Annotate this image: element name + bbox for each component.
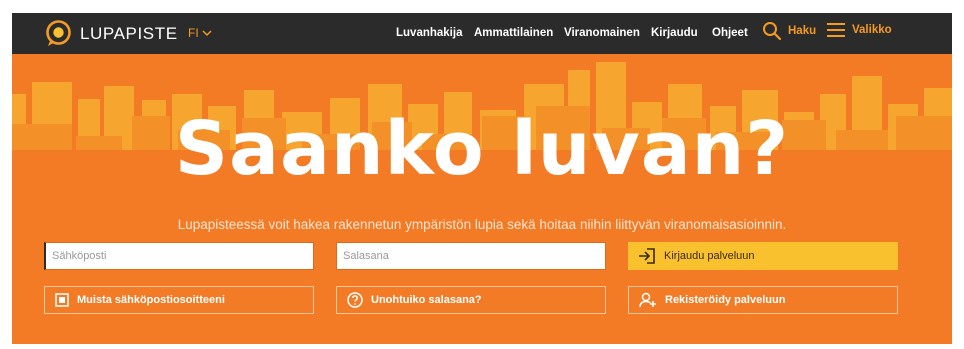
speech-bubble-logo-icon bbox=[46, 20, 71, 46]
search-icon bbox=[763, 22, 782, 41]
register-link[interactable]: Rekisteröidy palveluun bbox=[628, 286, 898, 314]
search-button[interactable]: Haku bbox=[762, 21, 816, 41]
login-button-label: Kirjaudu palveluun bbox=[664, 250, 755, 262]
top-navbar: LUPAPISTE FI Luvanhakija Ammattilainen V… bbox=[12, 13, 952, 54]
search-label: Haku bbox=[788, 25, 817, 37]
login-button[interactable]: Kirjaudu palveluun bbox=[628, 242, 898, 270]
email-field[interactable] bbox=[44, 242, 314, 270]
nav-item-ammattilainen[interactable]: Ammattilainen bbox=[474, 27, 553, 39]
menu-button[interactable]: Valikko bbox=[826, 21, 892, 39]
nav-item-ohjeet[interactable]: Ohjeet bbox=[712, 27, 748, 39]
logo[interactable]: LUPAPISTE bbox=[45, 20, 178, 47]
language-label: FI bbox=[188, 26, 199, 40]
brand-name: LUPAPISTE bbox=[80, 23, 178, 43]
forgot-password-link[interactable]: Unohtuiko salasana? bbox=[336, 286, 606, 314]
checkbox-icon bbox=[55, 293, 69, 307]
remember-email-checkbox[interactable]: Muista sähköpostiosoitteeni bbox=[44, 286, 314, 314]
hero-section: Saanko luvan? Lupapisteessä voit hakea r… bbox=[12, 54, 952, 344]
language-selector[interactable]: FI bbox=[188, 26, 212, 40]
email-input[interactable] bbox=[46, 243, 313, 269]
remember-email-label: Muista sähköpostiosoitteeni bbox=[77, 294, 225, 306]
page: LUPAPISTE FI Luvanhakija Ammattilainen V… bbox=[12, 13, 952, 344]
login-arrow-icon bbox=[639, 248, 655, 264]
nav-item-viranomainen[interactable]: Viranomainen bbox=[564, 27, 640, 39]
nav-item-luvanhakija[interactable]: Luvanhakija bbox=[396, 27, 462, 39]
chevron-down-icon bbox=[202, 29, 212, 36]
nav-item-kirjaudu[interactable]: Kirjaudu bbox=[651, 27, 698, 39]
password-field[interactable] bbox=[336, 242, 606, 270]
menu-label: Valikko bbox=[852, 24, 892, 36]
password-input[interactable] bbox=[337, 243, 605, 269]
question-circle-icon bbox=[347, 292, 363, 308]
register-label: Rekisteröidy palveluun bbox=[665, 294, 786, 306]
hamburger-menu-icon bbox=[827, 23, 845, 37]
add-user-icon bbox=[639, 292, 657, 308]
forgot-password-label: Unohtuiko salasana? bbox=[371, 294, 482, 306]
hero-subtitle: Lupapisteessä voit hakea rakennetun ympä… bbox=[177, 217, 787, 232]
hero-title: Saanko luvan? bbox=[174, 106, 790, 192]
